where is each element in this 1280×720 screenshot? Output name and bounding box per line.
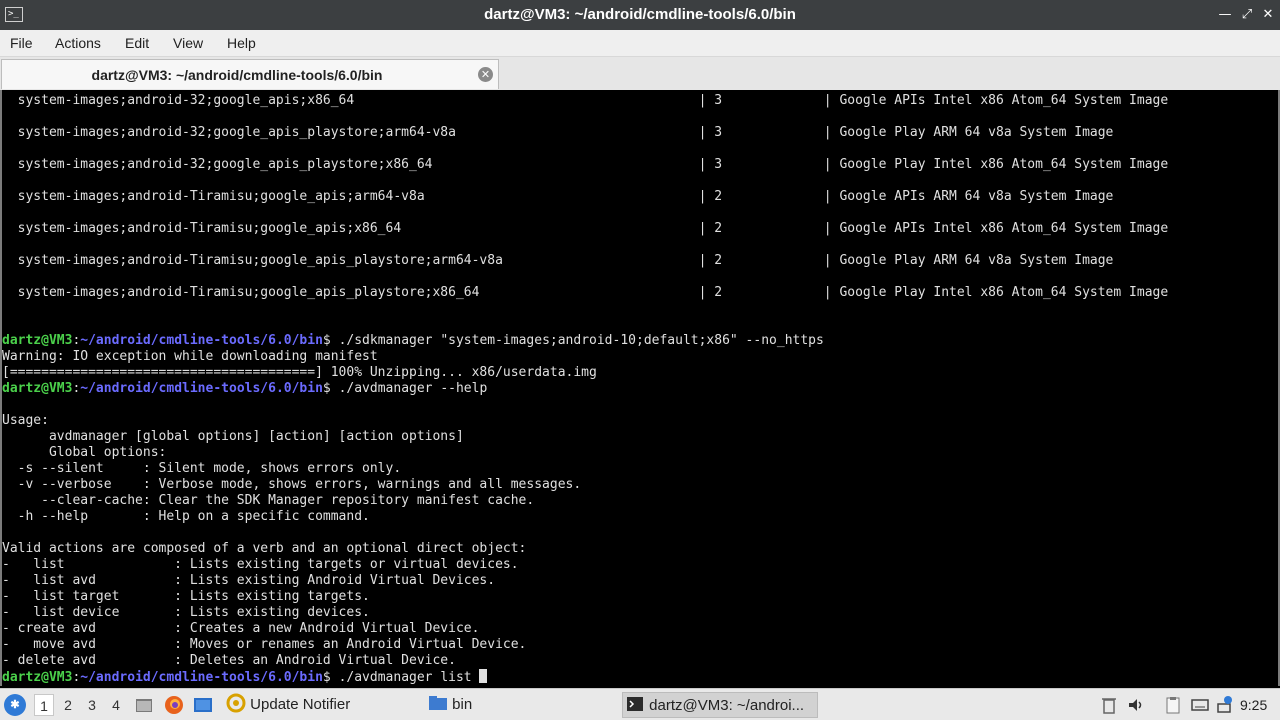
command-text: $ ./sdkmanager "system-images;android-10…	[322, 333, 824, 348]
volume-icon[interactable]	[1126, 695, 1146, 715]
tab-close-icon[interactable]: ✕	[478, 67, 493, 82]
terminal-line: dartz@VM3:~/android/cmdline-tools/6.0/bi…	[2, 333, 824, 348]
terminal-line: -h --help : Help on a specific command.	[2, 509, 370, 524]
terminal-line: -s --silent : Silent mode, shows errors …	[2, 461, 402, 476]
tab-bar: dartz@VM3: ~/android/cmdline-tools/6.0/b…	[0, 57, 1280, 90]
maximize-icon[interactable]: ⤢	[1238, 6, 1256, 24]
terminal-line: system-images;android-Tiramisu;google_ap…	[2, 189, 1114, 204]
menu-view[interactable]: View	[173, 30, 203, 57]
terminal-line: --clear-cache: Clear the SDK Manager rep…	[2, 493, 535, 508]
clock[interactable]: 9:25	[1240, 689, 1267, 720]
terminal-line: system-images;android-32;google_apis;x86…	[2, 93, 1169, 108]
terminal-line: Valid actions are composed of a verb and…	[2, 541, 527, 556]
desktop-icon[interactable]	[193, 695, 213, 715]
window-titlebar[interactable]: >_ dartz@VM3: ~/android/cmdline-tools/6.…	[0, 0, 1280, 30]
terminal-line: - list avd : Lists existing Android Virt…	[2, 573, 496, 588]
workspace-1[interactable]: 1	[34, 694, 54, 716]
terminal-line: - create avd : Creates a new Android Vir…	[2, 621, 480, 636]
start-menu-icon[interactable]: ✱	[4, 694, 26, 716]
prompt-path: ~/android/cmdline-tools/6.0/bin	[80, 381, 323, 396]
task-bin-folder[interactable]: bin	[426, 692, 618, 718]
terminal-line: - list device : Lists existing devices.	[2, 605, 370, 620]
prompt-user: dartz@VM3	[2, 670, 73, 685]
taskbar: ✱ 1 2 3 4 Update Notifier bin dartz@VM3:…	[0, 688, 1280, 720]
terminal-line: system-images;android-Tiramisu;google_ap…	[2, 221, 1169, 236]
terminal-line: - list : Lists existing targets or virtu…	[2, 557, 519, 572]
prompt-user: dartz@VM3	[2, 333, 73, 348]
tab-terminal[interactable]: dartz@VM3: ~/android/cmdline-tools/6.0/b…	[1, 59, 499, 89]
menu-edit[interactable]: Edit	[125, 30, 149, 57]
prompt-path: ~/android/cmdline-tools/6.0/bin	[80, 333, 323, 348]
terminal-line: Global options:	[2, 445, 167, 460]
file-manager-launcher-icon[interactable]	[134, 695, 154, 715]
task-label: bin	[452, 696, 473, 713]
workspace-4[interactable]: 4	[106, 694, 126, 716]
trash-icon[interactable]	[1099, 695, 1119, 715]
terminal-line: avdmanager [global options] [action] [ac…	[2, 429, 464, 444]
menu-bar: File Actions Edit View Help	[0, 30, 1280, 57]
prompt-user: dartz@VM3	[2, 381, 73, 396]
firefox-icon[interactable]	[164, 695, 184, 715]
terminal-line: [=======================================…	[2, 365, 597, 380]
workspace-2[interactable]: 2	[58, 694, 78, 716]
update-notifier-icon	[226, 693, 246, 713]
terminal-line: system-images;android-Tiramisu;google_ap…	[2, 253, 1114, 268]
command-text: $ ./avdmanager --help	[322, 381, 488, 396]
terminal-line: system-images;android-32;google_apis_pla…	[2, 157, 1169, 172]
menu-file[interactable]: File	[10, 30, 33, 57]
terminal-line: - delete avd : Deletes an Android Virtua…	[2, 653, 456, 668]
terminal-line: Usage:	[2, 413, 49, 428]
menu-help[interactable]: Help	[227, 30, 256, 57]
terminal-cursor	[479, 669, 488, 683]
close-icon[interactable]: ✕	[1259, 6, 1277, 24]
terminal-output[interactable]: system-images;android-32;google_apis;x86…	[0, 90, 1280, 686]
terminal-line: dartz@VM3:~/android/cmdline-tools/6.0/bi…	[2, 669, 488, 685]
workspace-3[interactable]: 3	[82, 694, 102, 716]
network-notification-icon[interactable]	[1214, 695, 1234, 715]
terminal-line: system-images;android-32;google_apis_pla…	[2, 125, 1114, 140]
task-update-notifier[interactable]: Update Notifier	[224, 692, 422, 718]
command-text: $ ./avdmanager list	[322, 670, 480, 685]
minimize-icon[interactable]: —	[1216, 6, 1234, 24]
tab-label: dartz@VM3: ~/android/cmdline-tools/6.0/b…	[91, 67, 383, 83]
clipboard-icon[interactable]	[1163, 695, 1183, 715]
menu-actions[interactable]: Actions	[55, 30, 101, 57]
prompt-path: ~/android/cmdline-tools/6.0/bin	[80, 670, 323, 685]
terminal-line: system-images;android-Tiramisu;google_ap…	[2, 285, 1169, 300]
terminal-icon	[625, 694, 645, 714]
terminal-line: dartz@VM3:~/android/cmdline-tools/6.0/bi…	[2, 381, 488, 396]
folder-icon	[428, 693, 448, 713]
task-label: Update Notifier	[250, 696, 351, 713]
terminal-line: -v --verbose : Verbose mode, shows error…	[2, 477, 582, 492]
terminal-line: - move avd : Moves or renames an Android…	[2, 637, 527, 652]
task-terminal[interactable]: dartz@VM3: ~/androi...	[622, 692, 818, 718]
terminal-line: - list target : Lists existing targets.	[2, 589, 370, 604]
task-label: dartz@VM3: ~/androi...	[649, 697, 805, 714]
window-title: dartz@VM3: ~/android/cmdline-tools/6.0/b…	[484, 6, 796, 23]
keyboard-icon[interactable]	[1190, 695, 1210, 715]
terminal-line: Warning: IO exception while downloading …	[2, 349, 378, 364]
